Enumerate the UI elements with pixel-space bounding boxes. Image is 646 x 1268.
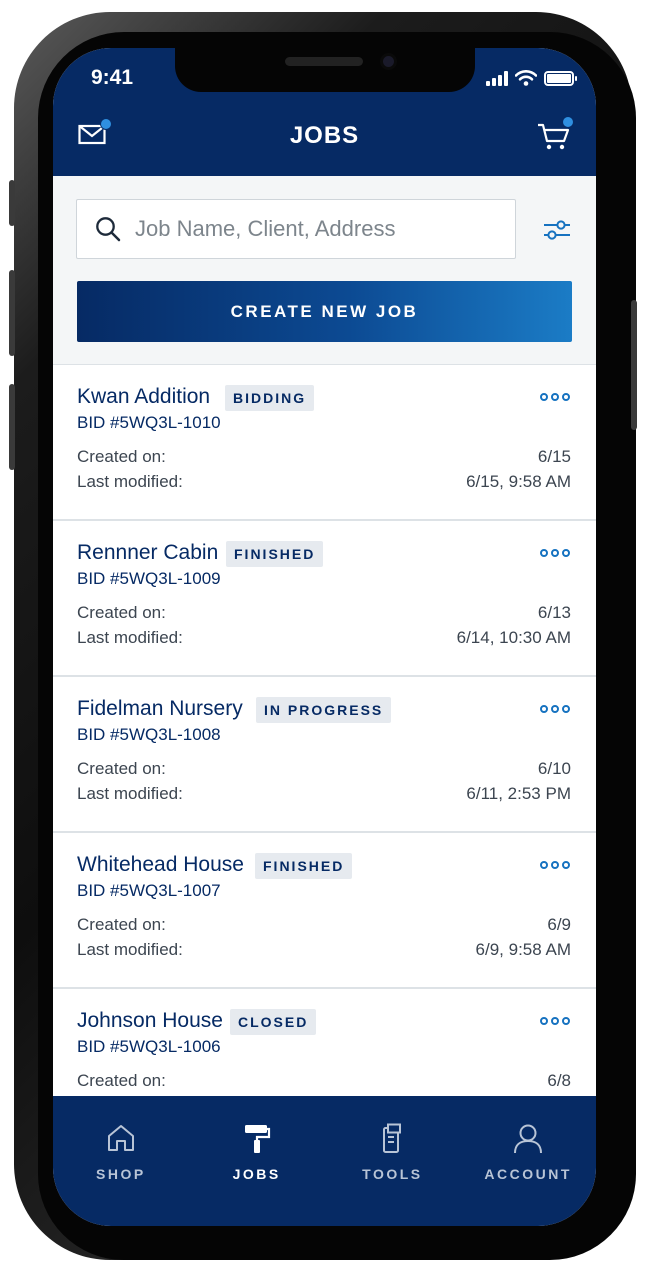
job-name: Whitehead House <box>77 853 244 876</box>
device-notch <box>175 48 475 92</box>
power-button <box>631 300 637 430</box>
tab-account[interactable]: ACCOUNT <box>460 1096 596 1226</box>
created-date: 6/15 <box>537 447 571 466</box>
filter-sliders-icon <box>544 220 570 240</box>
job-bid-number: BID #5WQ3L-1008 <box>77 725 221 744</box>
more-options-icon[interactable] <box>540 861 570 869</box>
created-date: 6/9 <box>547 915 571 934</box>
job-bid-number: BID #5WQ3L-1007 <box>77 881 221 900</box>
modified-label: Last modified: <box>77 628 183 647</box>
search-icon <box>96 217 121 242</box>
volume-down-button <box>9 384 15 470</box>
page-title: JOBS <box>289 122 360 149</box>
job-bid-number: BID #5WQ3L-1009 <box>77 569 221 588</box>
job-card[interactable]: Johnson House CLOSED BID #5WQ3L-1006 Cre… <box>53 989 596 1096</box>
created-date: 6/10 <box>537 759 571 778</box>
created-label: Created on: <box>77 1071 166 1090</box>
cart-button[interactable] <box>537 116 574 157</box>
job-bid-number: BID #5WQ3L-1010 <box>77 413 221 432</box>
job-name: Kwan Addition <box>77 385 211 408</box>
cellular-signal-icon <box>486 70 508 86</box>
modified-date: 6/14, 10:30 AM <box>456 628 571 647</box>
tab-label: ACCOUNT <box>484 1166 572 1182</box>
tab-label: TOOLS <box>362 1166 423 1182</box>
created-label: Created on: <box>77 447 166 466</box>
status-time: 9:41 <box>91 66 134 89</box>
volume-up-button <box>9 270 15 356</box>
created-label: Created on: <box>77 759 166 778</box>
job-status-badge: IN PROGRESS <box>256 697 392 723</box>
modified-label: Last modified: <box>77 940 183 959</box>
silent-switch <box>9 180 15 226</box>
created-label: Created on: <box>77 603 166 622</box>
tab-shop[interactable]: SHOP <box>53 1096 189 1226</box>
modified-label: Last modified: <box>77 784 183 803</box>
bottom-tab-bar: SHOP JOBS TOOLS ACCOUNT <box>53 1096 596 1226</box>
job-name: Johnson House <box>77 1009 223 1032</box>
created-date: 6/8 <box>547 1071 571 1090</box>
tab-label: SHOP <box>96 1166 146 1182</box>
tab-label: JOBS <box>232 1166 281 1182</box>
job-card[interactable]: Rennner Cabin FINISHED BID #5WQ3L-1009 C… <box>53 521 596 677</box>
job-bid-number: BID #5WQ3L-1006 <box>77 1037 221 1056</box>
wifi-icon <box>515 70 537 86</box>
job-card[interactable]: Kwan Addition BIDDING BID #5WQ3L-1010 Cr… <box>53 365 596 521</box>
home-icon <box>107 1125 134 1151</box>
modified-date: 6/15, 9:58 AM <box>466 472 571 491</box>
job-status-badge: FINISHED <box>255 853 353 879</box>
job-card[interactable]: Fidelman Nursery IN PROGRESS BID #5WQ3L-… <box>53 677 596 833</box>
battery-icon <box>544 70 577 86</box>
jobs-toolbar: CREATE NEW JOB <box>53 176 596 365</box>
more-options-icon[interactable] <box>540 705 570 713</box>
more-options-icon[interactable] <box>540 393 570 401</box>
job-card[interactable]: Whitehead House FINISHED BID #5WQ3L-1007… <box>53 833 596 989</box>
search-input[interactable] <box>133 215 515 243</box>
status-icons <box>486 70 577 86</box>
job-status-badge: CLOSED <box>230 1009 317 1035</box>
modified-label: Last modified: <box>77 472 183 491</box>
front-camera <box>380 53 397 70</box>
modified-date: 6/9, 9:58 AM <box>475 940 571 959</box>
user-icon <box>514 1124 543 1154</box>
search-box <box>76 199 516 259</box>
more-options-icon[interactable] <box>540 549 570 557</box>
filter-button[interactable] <box>542 216 572 244</box>
tab-jobs[interactable]: JOBS <box>189 1096 325 1226</box>
created-label: Created on: <box>77 915 166 934</box>
create-new-job-button[interactable]: CREATE NEW JOB <box>77 281 572 342</box>
job-status-badge: FINISHED <box>226 541 324 567</box>
tools-icon <box>383 1123 402 1153</box>
job-name: Fidelman Nursery <box>77 697 243 720</box>
created-date: 6/13 <box>537 603 571 622</box>
tab-tools[interactable]: TOOLS <box>325 1096 461 1226</box>
cart-badge-dot <box>562 116 574 128</box>
job-status-badge: BIDDING <box>225 385 315 411</box>
app-screen: 9:41 JOBS Job Name, Client, Address CREA… <box>53 48 596 1226</box>
more-options-icon[interactable] <box>540 1017 570 1025</box>
job-list: Kwan Addition BIDDING BID #5WQ3L-1010 Cr… <box>53 365 596 1096</box>
paint-roller-icon <box>244 1125 270 1153</box>
modified-date: 6/11, 2:53 PM <box>466 784 571 803</box>
earpiece-speaker <box>285 57 363 66</box>
job-name: Rennner Cabin <box>77 541 219 564</box>
